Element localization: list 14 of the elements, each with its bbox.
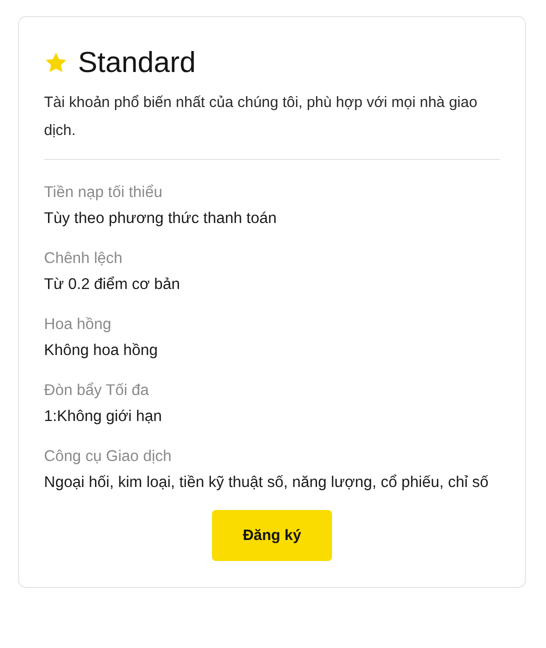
detail-value: Từ 0.2 điểm cơ bản bbox=[44, 275, 181, 295]
detail-label: Công cụ Giao dịch bbox=[44, 447, 173, 467]
plan-title: Standard bbox=[78, 46, 196, 81]
star-icon bbox=[44, 51, 68, 75]
detail-value: Tùy theo phương thức thanh toán bbox=[44, 209, 278, 229]
plan-description: Tài khoản phổ biến nhất của chúng tôi, phù hợp với mọi nhà giao dịch. bbox=[44, 93, 478, 141]
register-button[interactable]: Đăng ký bbox=[212, 510, 332, 561]
detail-value: 1:Không giới hạn bbox=[44, 407, 163, 427]
detail-value: Không hoa hồng bbox=[44, 341, 159, 361]
detail-label: Đòn bẩy Tối đa bbox=[44, 381, 150, 401]
detail-value: Ngoại hối, kim loại, tiền kỹ thuật số, năng lượng, cổ phiếu, chỉ số bbox=[44, 473, 490, 493]
detail-label: Hoa hồng bbox=[44, 315, 112, 335]
detail-label: Tiền nạp tối thiểu bbox=[44, 183, 164, 203]
detail-label: Chênh lệch bbox=[44, 249, 124, 269]
